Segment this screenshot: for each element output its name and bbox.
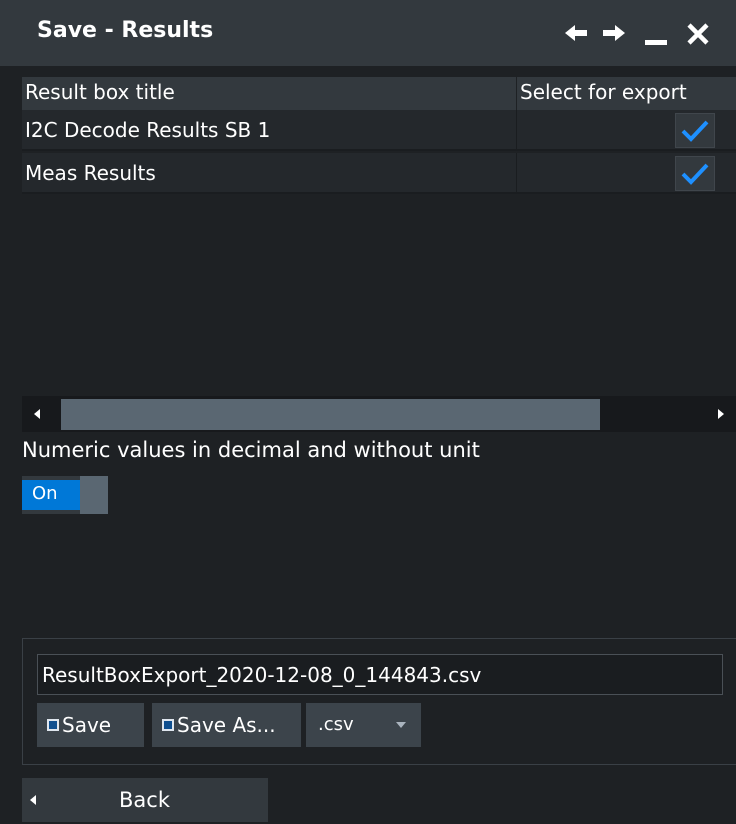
toggle-label: On — [32, 483, 58, 504]
save-button[interactable]: Save — [37, 703, 144, 747]
scrollbar-thumb[interactable] — [61, 399, 600, 430]
table-header: Result box title Select for export — [22, 77, 736, 110]
row-title: Meas Results — [25, 161, 156, 185]
toggle-knob[interactable] — [80, 476, 108, 514]
save-as-button-label: Save As... — [177, 713, 276, 737]
table-row[interactable]: I2C Decode Results SB 1 — [22, 110, 736, 151]
column-header-select: Select for export — [520, 80, 687, 104]
format-selected: .csv — [318, 714, 354, 735]
export-checkbox[interactable] — [675, 156, 715, 191]
left-arrow-icon[interactable] — [562, 18, 590, 48]
row-divider — [516, 153, 517, 192]
floppy-disk-icon — [47, 719, 59, 731]
column-header-title: Result box title — [25, 80, 175, 104]
horizontal-scrollbar[interactable] — [22, 396, 736, 432]
scroll-right-icon[interactable] — [710, 396, 732, 432]
filename-value: ResultBoxExport_2020-12-08_0_144843.csv — [42, 663, 482, 687]
back-button-label: Back — [119, 788, 170, 812]
chevron-down-icon — [396, 722, 406, 728]
numeric-format-toggle[interactable]: On — [22, 476, 108, 514]
back-button[interactable]: Back — [22, 778, 268, 822]
window-title: Save - Results — [37, 18, 214, 43]
export-checkbox[interactable] — [675, 113, 715, 148]
check-icon — [681, 163, 709, 185]
scroll-left-icon[interactable] — [26, 396, 48, 432]
save-as-button[interactable]: Save As... — [152, 703, 301, 747]
filename-field[interactable]: ResultBoxExport_2020-12-08_0_144843.csv — [37, 654, 723, 695]
close-icon[interactable] — [684, 18, 712, 48]
table-row[interactable]: Meas Results — [22, 153, 736, 194]
check-icon — [681, 120, 709, 142]
back-arrow-icon — [30, 795, 36, 805]
row-divider — [516, 110, 517, 149]
save-panel: ResultBoxExport_2020-12-08_0_144843.csv … — [22, 638, 736, 765]
format-dropdown[interactable]: .csv — [306, 703, 421, 747]
numeric-format-label: Numeric values in decimal and without un… — [22, 438, 480, 462]
minimize-icon[interactable] — [642, 18, 670, 48]
save-button-label: Save — [62, 713, 112, 737]
right-arrow-icon[interactable] — [600, 18, 628, 48]
toggle-on-state: On — [22, 480, 80, 510]
title-bar: Save - Results — [0, 0, 736, 66]
floppy-disk-icon — [162, 719, 174, 731]
row-title: I2C Decode Results SB 1 — [25, 118, 271, 142]
header-divider — [516, 77, 517, 110]
